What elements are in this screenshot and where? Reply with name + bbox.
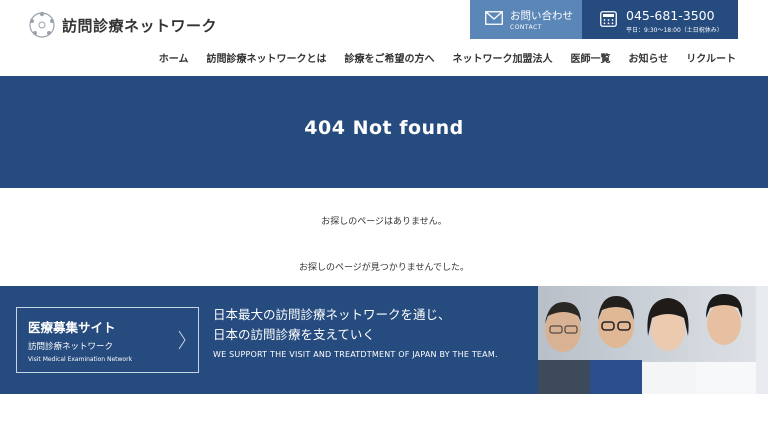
nav-item-about[interactable]: 訪問診療ネットワークとは xyxy=(206,50,326,65)
phone-icon xyxy=(600,11,617,27)
hero-curve-divider xyxy=(0,166,768,188)
contact-sub-label: CONTACT xyxy=(510,24,542,31)
main-nav: ホーム 訪問診療ネットワークとは 診療をご希望の方へ ネットワーク加盟法人 医師… xyxy=(159,50,736,65)
site-header: 訪問診療ネットワーク お問い合わせ CONTACT 045-681-3500 平… xyxy=(0,0,768,76)
nav-item-members[interactable]: ネットワーク加盟法人 xyxy=(452,50,552,65)
chevron-right-icon xyxy=(178,330,186,350)
mail-icon xyxy=(485,11,503,25)
tel-number: 045-681-3500 xyxy=(626,8,715,23)
contact-button[interactable]: お問い合わせ CONTACT xyxy=(470,0,582,39)
tel-button[interactable]: 045-681-3500 平日：9:30〜18:00（土日祝休み） xyxy=(582,0,738,39)
recruit-site-button[interactable]: 医療募集サイト 訪問診療ネットワーク Visit Medical Examina… xyxy=(16,307,199,373)
site-logo[interactable]: 訪問診療ネットワーク xyxy=(28,11,217,39)
banner-headline-1: 日本最大の訪問診療ネットワークを通じ、 xyxy=(213,307,451,322)
not-found-detail: お探しのページが見つかりませんでした。 xyxy=(298,263,470,273)
page-title: 404 Not found xyxy=(304,117,464,139)
banner-headline-2: 日本の訪問診療を支えていく xyxy=(213,327,375,342)
recruit-sub-title: 訪問診療ネットワーク xyxy=(28,342,114,352)
banner-english: WE SUPPORT THE VISIT AND TREATDTMENT OF … xyxy=(213,350,498,359)
nav-item-news[interactable]: お知らせ xyxy=(628,50,668,65)
contact-label: お問い合わせ xyxy=(510,10,573,22)
nav-item-home[interactable]: ホーム xyxy=(159,50,189,65)
nav-item-patients[interactable]: 診療をご希望の方へ xyxy=(344,50,434,65)
recruit-english: Visit Medical Examination Network xyxy=(28,356,133,363)
tel-hours: 平日：9:30〜18:00（土日祝休み） xyxy=(626,27,723,34)
circle-dots-logo-icon xyxy=(29,11,55,38)
logo-text: 訪問診療ネットワーク xyxy=(62,16,218,35)
recruit-title: 医療募集サイト xyxy=(28,320,116,335)
nav-item-doctors[interactable]: 医師一覧 xyxy=(570,50,610,65)
staff-photo xyxy=(538,286,768,394)
nav-item-recruit[interactable]: リクルート xyxy=(686,50,736,65)
not-found-message: お探しのページはありません。 xyxy=(321,217,447,227)
